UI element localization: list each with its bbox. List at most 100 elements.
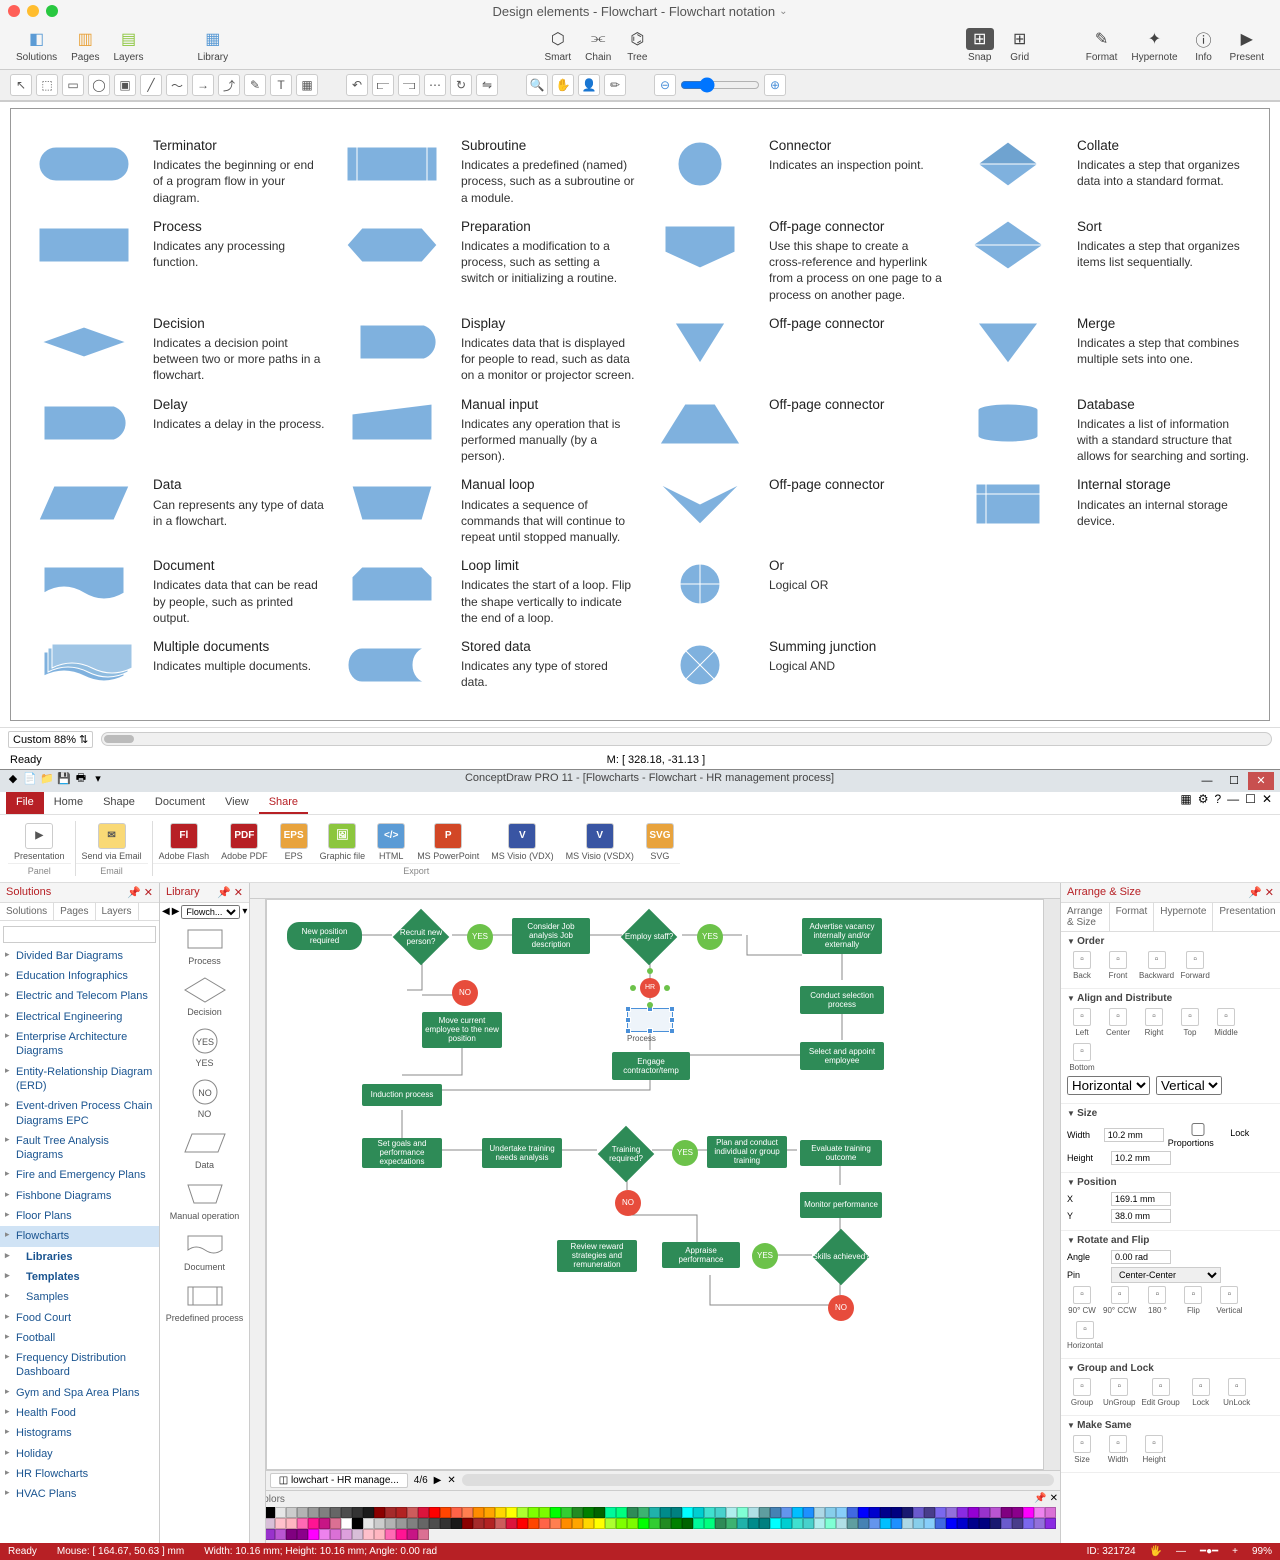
solutions-search[interactable] [3, 926, 156, 943]
node-appraise[interactable]: Appraise performance [662, 1242, 740, 1268]
arrange-btn[interactable]: ▫Vertical [1214, 1286, 1244, 1315]
width-input[interactable] [1104, 1128, 1164, 1142]
lib-dropdown[interactable]: Flowch... [181, 905, 240, 919]
color-swatch[interactable] [506, 1507, 517, 1518]
element-5[interactable]: PreparationIndicates a modification to a… [337, 218, 635, 303]
lib-shape[interactable]: Process [164, 925, 245, 966]
color-swatch[interactable] [880, 1507, 891, 1518]
color-swatch[interactable] [935, 1507, 946, 1518]
solution-item[interactable]: Enterprise Architecture Diagrams [0, 1027, 159, 1062]
color-swatch[interactable] [341, 1529, 352, 1540]
color-swatch[interactable] [803, 1518, 814, 1529]
color-swatch[interactable] [638, 1518, 649, 1529]
solution-item[interactable]: Entity-Relationship Diagram (ERD) [0, 1062, 159, 1097]
arrange-btn[interactable]: ▫180 ° [1142, 1286, 1172, 1315]
layers-button[interactable]: ▤Layers [108, 26, 150, 65]
color-swatch[interactable] [1012, 1507, 1023, 1518]
color-swatch[interactable] [286, 1518, 297, 1529]
color-swatch[interactable] [308, 1507, 319, 1518]
snap-button[interactable]: ⊞Snap [960, 26, 1000, 65]
lib-shape[interactable]: Manual operation [164, 1180, 245, 1221]
color-swatch[interactable] [990, 1507, 1001, 1518]
color-swatch[interactable] [1001, 1507, 1012, 1518]
hr-circle[interactable]: HR [632, 970, 668, 1006]
color-swatch[interactable] [473, 1507, 484, 1518]
element-13[interactable]: Manual inputIndicates any operation that… [337, 396, 635, 465]
color-swatch[interactable] [594, 1518, 605, 1529]
node-monitor[interactable]: Monitor performance [800, 1192, 882, 1218]
panel-controls[interactable]: 📌 ✕ [127, 886, 153, 899]
solution-sub[interactable]: Templates [0, 1267, 159, 1287]
grid-button[interactable]: ⊞Grid [1002, 26, 1038, 65]
pdf-export[interactable]: PDFAdobe PDF [215, 821, 274, 863]
color-swatch[interactable] [451, 1507, 462, 1518]
selected-process[interactable] [627, 1008, 673, 1032]
node-plan-training[interactable]: Plan and conduct individual or group tra… [707, 1136, 787, 1168]
color-swatch[interactable] [440, 1507, 451, 1518]
color-swatch[interactable] [396, 1518, 407, 1529]
rotate-button[interactable]: ↻ [450, 74, 472, 96]
color-swatch[interactable] [462, 1518, 473, 1529]
arrange-btn[interactable]: ▫Bottom [1067, 1043, 1097, 1072]
color-swatch[interactable] [737, 1518, 748, 1529]
color-swatch[interactable] [407, 1507, 418, 1518]
color-swatch[interactable] [330, 1507, 341, 1518]
zoom-in[interactable]: + [1232, 1546, 1238, 1557]
element-0[interactable]: TerminatorIndicates the beginning or end… [29, 137, 327, 206]
node-review[interactable]: Review reward strategies and remuneratio… [557, 1240, 637, 1272]
lib-shape[interactable]: Data [164, 1129, 245, 1170]
color-swatch[interactable] [891, 1507, 902, 1518]
tab-file[interactable]: File [6, 792, 44, 814]
graphic-export[interactable]: 🖼Graphic file [314, 821, 372, 863]
color-swatch[interactable] [330, 1529, 341, 1540]
color-swatch[interactable] [935, 1518, 946, 1529]
color-swatch[interactable] [649, 1518, 660, 1529]
solution-item[interactable]: Floor Plans [0, 1206, 159, 1226]
color-swatch[interactable] [671, 1507, 682, 1518]
height-input[interactable] [1111, 1151, 1171, 1165]
color-swatch[interactable] [363, 1529, 374, 1540]
maximize-button[interactable]: ☐ [1221, 772, 1247, 790]
color-swatch[interactable] [429, 1518, 440, 1529]
color-swatch[interactable] [374, 1507, 385, 1518]
color-swatch[interactable] [462, 1507, 473, 1518]
color-swatch[interactable] [924, 1507, 935, 1518]
arrow-tool[interactable]: → [192, 74, 214, 96]
chain-button[interactable]: ⫘Chain [579, 26, 617, 65]
color-swatch[interactable] [891, 1518, 902, 1529]
shape-tool[interactable]: ▣ [114, 74, 136, 96]
colors-pin[interactable]: 📌 ✕ [1034, 1493, 1058, 1506]
color-swatch[interactable] [836, 1507, 847, 1518]
element-14[interactable]: Off-page connector [645, 396, 943, 465]
page-next[interactable]: ▶ [434, 1475, 442, 1486]
element-12[interactable]: DelayIndicates a delay in the process. [29, 396, 327, 465]
element-6[interactable]: Off-page connectorUse this shape to crea… [645, 218, 943, 303]
node-evaluate[interactable]: Evaluate training outcome [800, 1140, 882, 1166]
node-consider[interactable]: Consider Job analysis Job description [512, 918, 590, 954]
element-17[interactable]: Manual loopIndicates a sequence of comma… [337, 476, 635, 545]
node-goals[interactable]: Set goals and performance expectations [362, 1138, 442, 1168]
color-swatch[interactable] [275, 1518, 286, 1529]
solution-item[interactable]: Electric and Telecom Plans [0, 986, 159, 1006]
solution-item[interactable]: Frequency Distribution Dashboard [0, 1348, 159, 1383]
element-4[interactable]: ProcessIndicates any processing function… [29, 218, 327, 303]
color-swatch[interactable] [385, 1518, 396, 1529]
color-swatch[interactable] [297, 1529, 308, 1540]
color-swatch[interactable] [517, 1507, 528, 1518]
color-swatch[interactable] [770, 1507, 781, 1518]
node-no2[interactable]: NO [615, 1190, 641, 1216]
arrange-btn[interactable]: ▫Back [1067, 951, 1097, 980]
solution-item[interactable]: Gym and Spa Area Plans [0, 1383, 159, 1403]
solution-item[interactable]: Divided Bar Diagrams [0, 946, 159, 966]
close-button[interactable] [8, 5, 20, 17]
color-swatch[interactable] [539, 1507, 550, 1518]
arrange-btn[interactable]: ▫Front [1103, 951, 1133, 980]
help-icon[interactable]: ▦ [1180, 792, 1191, 806]
page-tab[interactable]: ◫ lowchart - HR manage... [270, 1473, 408, 1488]
tree-button[interactable]: ⌬Tree [619, 26, 655, 65]
color-swatch[interactable] [495, 1518, 506, 1529]
presentation-tab[interactable]: Presentation [1213, 903, 1280, 931]
angle-input[interactable] [1111, 1250, 1171, 1264]
color-swatch[interactable] [396, 1529, 407, 1540]
color-swatch[interactable] [847, 1518, 858, 1529]
